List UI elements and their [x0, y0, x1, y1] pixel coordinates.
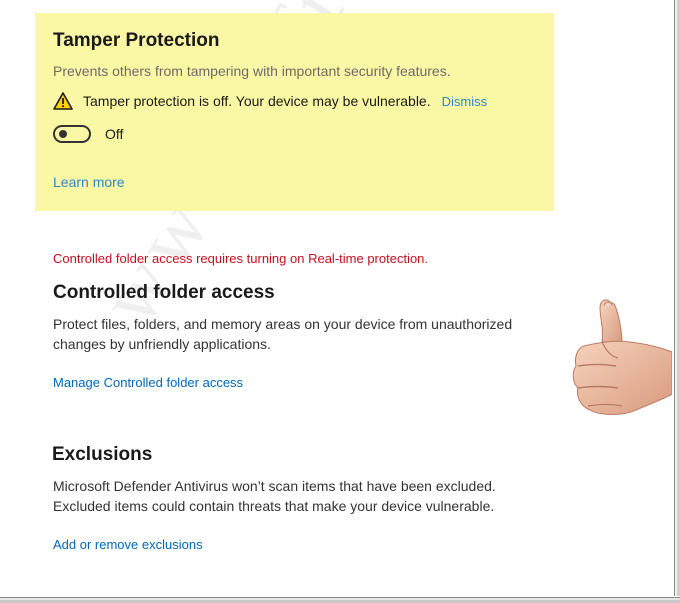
tamper-toggle-row: Off: [53, 125, 123, 143]
exclusions-title: Exclusions: [52, 444, 153, 465]
toggle-knob: [59, 130, 67, 138]
thumbs-up-image: [566, 294, 673, 422]
exclusions-description: Microsoft Defender Antivirus won’t scan …: [53, 476, 496, 516]
controlled-folder-title: Controlled folder access: [53, 282, 275, 303]
tamper-protection-section: Tamper Protection Prevents others from t…: [35, 13, 554, 211]
tamper-warning-text: Tamper protection is off. Your device ma…: [83, 93, 431, 109]
security-settings-page: www.SoftwareOK.com Tamper Protection Pre…: [0, 0, 680, 603]
controlled-folder-description-line1: Protect files, folders, and memory areas…: [53, 316, 513, 332]
manage-controlled-folder-link[interactable]: Manage Controlled folder access: [53, 375, 243, 390]
exclusions-description-line1: Microsoft Defender Antivirus won’t scan …: [53, 478, 496, 494]
tamper-protection-description: Prevents others from tampering with impo…: [53, 63, 451, 79]
learn-more-link[interactable]: Learn more: [53, 174, 125, 190]
dismiss-link[interactable]: Dismiss: [442, 94, 488, 109]
warning-icon: [53, 92, 73, 110]
controlled-folder-description: Protect files, folders, and memory areas…: [53, 314, 512, 354]
tamper-protection-title: Tamper Protection: [53, 30, 220, 51]
add-remove-exclusions-link[interactable]: Add or remove exclusions: [53, 537, 203, 552]
toggle-state-label: Off: [105, 126, 124, 142]
tamper-protection-toggle[interactable]: [53, 125, 91, 143]
window-right-edge: [672, 0, 680, 603]
window-bottom-edge: [0, 596, 680, 603]
controlled-folder-description-line2: changes by unfriendly applications.: [53, 336, 271, 352]
exclusions-description-line2: Excluded items could contain threats tha…: [53, 498, 495, 514]
tamper-warning-row: Tamper protection is off. Your device ma…: [53, 91, 487, 111]
controlled-folder-warning: Controlled folder access requires turnin…: [53, 251, 429, 266]
